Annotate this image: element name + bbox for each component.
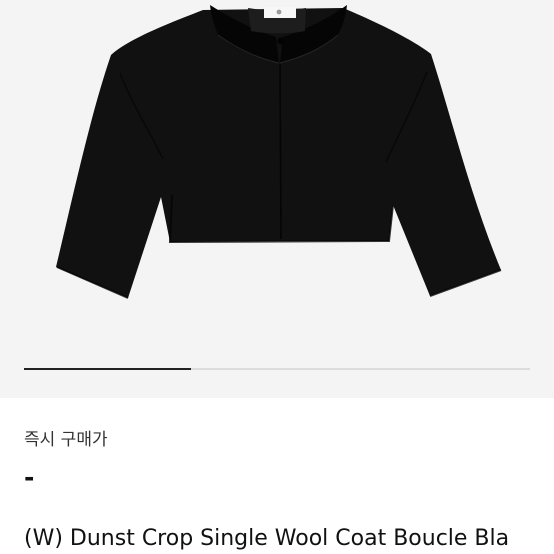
- product-title: (W) Dunst Crop Single Wool Coat Boucle B…: [24, 526, 510, 551]
- image-gallery-progress-fill: [24, 368, 191, 370]
- coat-product-image[interactable]: [0, 0, 554, 398]
- product-image-gallery[interactable]: [0, 0, 554, 398]
- image-gallery-progress-bar[interactable]: [24, 368, 530, 370]
- buy-now-price-label: 즉시 구매가: [24, 430, 108, 450]
- buy-now-price-value: -: [24, 463, 35, 492]
- product-info: 즉시 구매가 - (W) Dunst Crop Single Wool Coat…: [0, 398, 554, 554]
- product-page: 즉시 구매가 - (W) Dunst Crop Single Wool Coat…: [0, 0, 554, 554]
